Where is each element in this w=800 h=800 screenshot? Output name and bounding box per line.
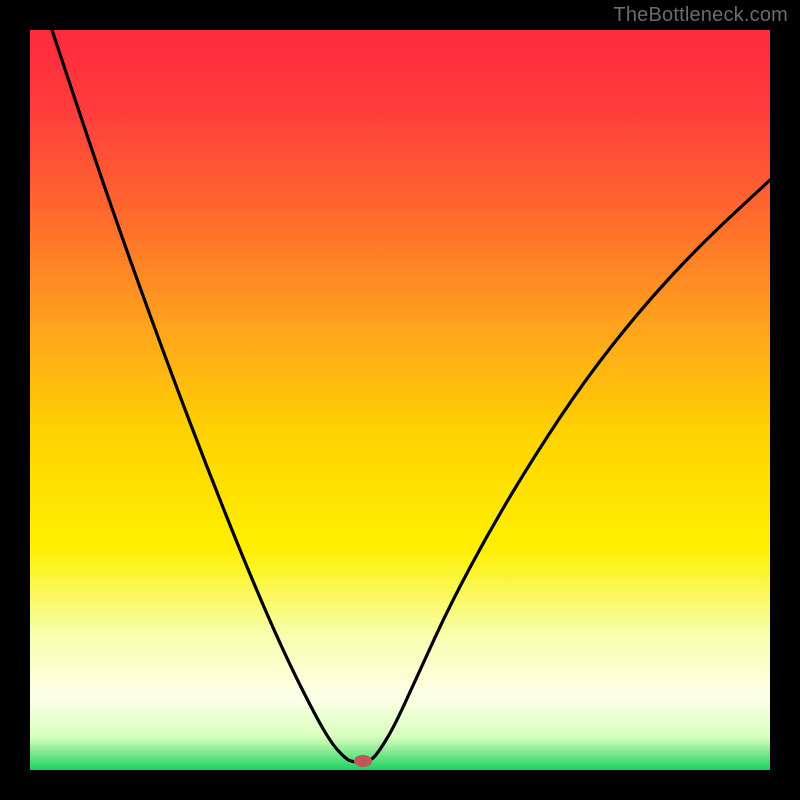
gradient-background xyxy=(30,30,770,770)
watermark-text: TheBottleneck.com xyxy=(613,4,788,27)
plot-area xyxy=(30,30,770,770)
chart-frame: TheBottleneck.com xyxy=(0,0,800,800)
optimum-marker xyxy=(354,755,372,767)
chart-svg xyxy=(30,30,770,770)
